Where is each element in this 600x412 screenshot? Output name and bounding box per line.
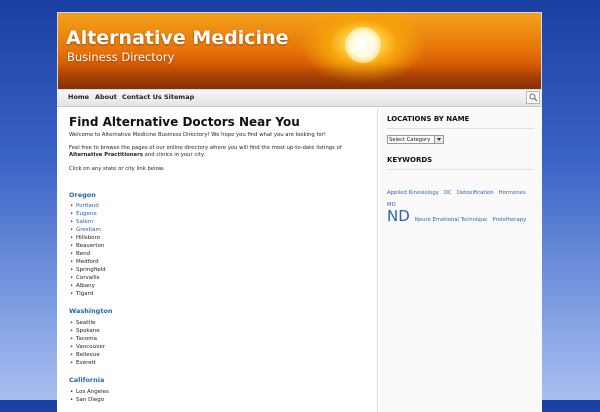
city-item: Medford (70, 258, 106, 266)
city-list-california: Los Angeles San Diego (69, 388, 109, 404)
city-list-oregon: Portland Eugene Salem Gresham Hillsboro … (69, 202, 106, 298)
category-select[interactable]: Select Category (387, 135, 444, 144)
keywords-widget-title: KEYWORDS (387, 156, 433, 164)
browse-text-post: and clinics in your city. (142, 152, 205, 158)
browse-text-pre: Feel free to browse the pages of our onl… (69, 145, 342, 151)
state-washington[interactable]: Washington (69, 307, 113, 315)
nav-home[interactable]: Home (68, 93, 89, 101)
site-header: Alternative Medicine Business Directory (57, 12, 542, 90)
header-clouds (58, 63, 541, 89)
city-item: Los Angeles (70, 388, 109, 396)
tag-link[interactable]: ND (387, 207, 410, 225)
keyword-tag-cloud: Applied Kinesiology DC Detoxification Ho… (387, 185, 537, 224)
page-title: Find Alternative Doctors Near You (69, 115, 300, 129)
tag-link[interactable]: Detoxification (457, 190, 494, 196)
category-select-value: Select Category (389, 137, 431, 143)
widget-divider (387, 128, 534, 129)
city-item: Beaverton (70, 242, 106, 250)
chevron-down-icon[interactable] (434, 136, 443, 143)
search-button[interactable] (526, 91, 540, 104)
tag-link[interactable]: Neuro Emotional Technique (415, 217, 488, 223)
browse-text: Feel free to browse the pages of our onl… (69, 145, 359, 159)
sidebar-divider (377, 108, 378, 412)
city-item: Hillsboro (70, 234, 106, 242)
city-item: Bellevue (70, 351, 105, 359)
state-california[interactable]: California (69, 376, 104, 384)
main-navigation: Home About Contact Us Sitemap (57, 90, 542, 107)
nav-contact-us[interactable]: Contact Us (122, 93, 162, 101)
city-item: Tacoma (70, 335, 105, 343)
sidebar: LOCATIONS BY NAME Select Category KEYWOR… (379, 108, 542, 412)
city-list-washington: Seattle Spokane Tacoma Vancouver Bellevu… (69, 319, 105, 367)
city-link[interactable]: Portland (70, 202, 106, 210)
browse-text-bold: Alternative Practitioners (69, 152, 143, 158)
state-oregon[interactable]: Oregon (69, 191, 96, 199)
site-title[interactable]: Alternative Medicine (66, 27, 288, 49)
nav-about[interactable]: About (95, 93, 117, 101)
page-container: Alternative Medicine Business Directory … (57, 12, 542, 412)
site-description: Business Directory (67, 50, 175, 64)
nav-sitemap[interactable]: Sitemap (164, 93, 194, 101)
city-link[interactable]: Gresham (70, 226, 106, 234)
city-item: San Diego (70, 396, 109, 404)
city-item: Seattle (70, 319, 105, 327)
locations-widget-title: LOCATIONS BY NAME (387, 115, 470, 123)
tag-link[interactable]: Hormones (499, 190, 526, 196)
city-item: Albany (70, 282, 106, 290)
tag-link[interactable]: Prolotherapy (493, 217, 527, 223)
magnifier-icon (529, 93, 538, 102)
city-item: Spokane (70, 327, 105, 335)
city-link[interactable]: Salem (70, 218, 106, 226)
tag-link[interactable]: DC (444, 190, 452, 196)
city-item: Vancouver (70, 343, 105, 351)
city-item: Corvallis (70, 274, 106, 282)
city-link[interactable]: Eugene (70, 210, 106, 218)
intro-text: Welcome to Alternative Medicine Business… (69, 132, 326, 138)
sunset-sun-image (345, 27, 381, 63)
main-content: Find Alternative Doctors Near You Welcom… (69, 115, 369, 404)
city-item: Everett (70, 359, 105, 367)
click-note: Click on any state or city link below. (69, 166, 165, 172)
city-item: Tigard (70, 290, 106, 298)
tag-link[interactable]: Applied Kinesiology (387, 190, 439, 196)
widget-divider (387, 169, 534, 170)
city-item: Bend (70, 250, 106, 258)
city-item: Springfield (70, 266, 106, 274)
